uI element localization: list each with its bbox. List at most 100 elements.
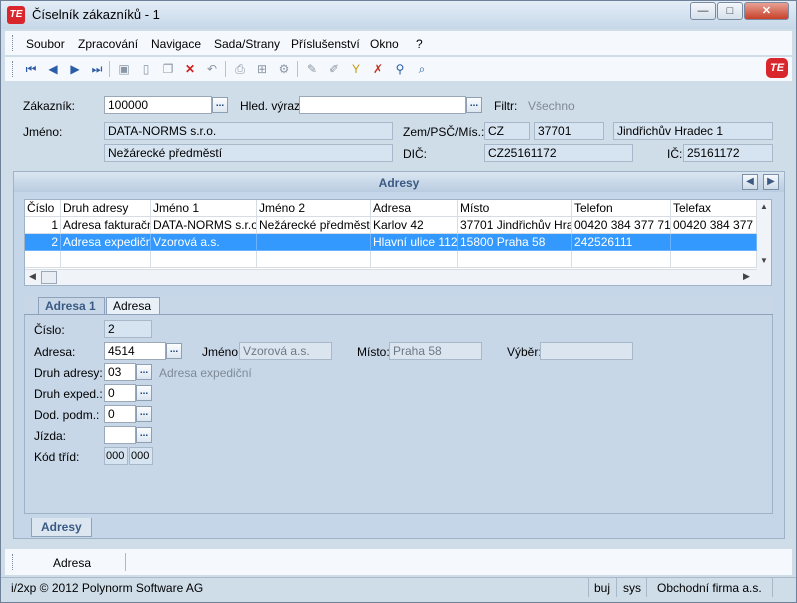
save-icon[interactable]: ▣: [116, 61, 132, 77]
scroll-left-icon[interactable]: ◀: [29, 271, 36, 282]
tab-adresa-2[interactable]: Adresa 2: [106, 297, 160, 329]
grid-header-misto[interactable]: Místo: [458, 200, 572, 217]
edit2-icon[interactable]: ✐: [326, 61, 342, 77]
scroll-thumb[interactable]: [41, 271, 57, 284]
cislo-label: Číslo:: [34, 323, 65, 337]
menu-soubor[interactable]: Soubor: [26, 37, 65, 51]
jizda-label: Jízda:: [34, 429, 67, 443]
grid-header-cislo[interactable]: Číslo: [25, 200, 61, 217]
detail-jmeno-label: Jméno:: [202, 345, 242, 359]
table-row-empty[interactable]: [572, 251, 671, 268]
kod1-field[interactable]: 000: [104, 447, 128, 465]
exped-lookup-button[interactable]: ...: [136, 385, 152, 401]
podm-lookup-button[interactable]: ...: [136, 406, 152, 422]
grid-header-adresa[interactable]: Adresa: [371, 200, 458, 217]
table-row-selected[interactable]: 242526111: [572, 234, 671, 251]
clear-filter-icon[interactable]: ✗: [370, 61, 386, 77]
strip-separator: [125, 553, 126, 571]
table-row-empty[interactable]: [25, 251, 61, 268]
tab-adresy[interactable]: Adresy: [31, 518, 92, 537]
next-record-icon[interactable]: ▶: [67, 61, 83, 77]
table-row-empty[interactable]: [671, 251, 757, 268]
scroll-down-icon[interactable]: ▼: [760, 256, 768, 265]
tab-adresa-1[interactable]: Adresa 1: [38, 297, 105, 315]
table-row-empty[interactable]: [257, 251, 371, 268]
table-row-empty[interactable]: [458, 251, 572, 268]
hled-input[interactable]: [299, 96, 466, 114]
filtr-value[interactable]: Všechno: [528, 99, 575, 113]
zakaznik-input[interactable]: 100000: [104, 96, 212, 114]
table-row-empty[interactable]: [371, 251, 458, 268]
jizda-input[interactable]: [104, 426, 136, 444]
adresa-input[interactable]: 4514: [104, 342, 166, 360]
hled-lookup-button[interactable]: ...: [466, 97, 482, 113]
grid-header-telefon[interactable]: Telefon: [572, 200, 671, 217]
print-icon[interactable]: ⎙: [232, 61, 248, 77]
close-button[interactable]: ✕: [744, 2, 789, 20]
prev-record-icon[interactable]: ◀: [45, 61, 61, 77]
panel-prev-icon[interactable]: ◀: [742, 174, 758, 190]
menu-zpracovani[interactable]: Zpracování: [78, 37, 138, 51]
copy-icon[interactable]: ❐: [160, 61, 176, 77]
settings-icon[interactable]: ⚙: [276, 61, 292, 77]
strip-adresa-label[interactable]: Adresa: [53, 556, 91, 570]
kod2-field[interactable]: 000: [129, 447, 153, 465]
podm-input[interactable]: 0: [104, 405, 136, 423]
new-icon[interactable]: ▯: [138, 61, 154, 77]
first-record-icon[interactable]: ⏮: [23, 61, 39, 77]
grid-header-jmeno1[interactable]: Jméno 1: [151, 200, 257, 217]
grid-header-druh[interactable]: Druh adresy: [61, 200, 151, 217]
minimize-button[interactable]: —: [690, 2, 716, 20]
filter-icon[interactable]: Y: [348, 61, 364, 77]
table-row[interactable]: 00420 384 377 711: [572, 217, 671, 234]
jizda-lookup-button[interactable]: ...: [136, 427, 152, 443]
grid-header-telefax[interactable]: Telefax: [671, 200, 757, 217]
table-row-selected[interactable]: Hlavní ulice 112: [371, 234, 458, 251]
search-icon[interactable]: ⚲: [392, 61, 408, 77]
maximize-button[interactable]: □: [717, 2, 743, 20]
menu-okno[interactable]: Okno: [370, 37, 399, 51]
toolbar-separator: [225, 61, 226, 77]
table-row[interactable]: Nežárecké předměstí: [257, 217, 371, 234]
undo-icon[interactable]: ↶: [204, 61, 220, 77]
menu-sada-strany[interactable]: Sada/Strany: [214, 37, 280, 51]
jmeno2-field: Nežárecké předměstí: [104, 144, 393, 162]
table-row-selected[interactable]: [671, 234, 757, 251]
druh-input[interactable]: 03: [104, 363, 136, 381]
scroll-up-icon[interactable]: ▲: [760, 202, 768, 211]
zakaznik-lookup-button[interactable]: ...: [212, 97, 228, 113]
table-row[interactable]: 00420 384 377 71: [671, 217, 757, 234]
table-row-selected[interactable]: Adresa expediční: [61, 234, 151, 251]
grid-vertical-scrollbar[interactable]: ▲ ▼: [757, 200, 771, 285]
druh-lookup-button[interactable]: ...: [136, 364, 152, 380]
table-row-selected[interactable]: 2: [25, 234, 61, 251]
find-icon[interactable]: ⌕: [414, 61, 430, 77]
edit-icon[interactable]: ✎: [304, 61, 320, 77]
last-record-icon[interactable]: ⏭: [89, 61, 105, 77]
main-window: TE Číselník zákazníků - 1 — □ ✕ Soubor Z…: [0, 0, 797, 603]
table-row[interactable]: DATA-NORMS s.r.o.: [151, 217, 257, 234]
vyber-label: Výběr:: [507, 345, 542, 359]
adresa-lookup-button[interactable]: ...: [166, 343, 182, 359]
table-row[interactable]: Adresa fakturační: [61, 217, 151, 234]
exped-input[interactable]: 0: [104, 384, 136, 402]
delete-icon[interactable]: ✕: [182, 61, 198, 77]
scroll-right-icon[interactable]: ▶: [743, 271, 750, 282]
tree-icon[interactable]: ⊞: [254, 61, 270, 77]
table-row-selected[interactable]: [257, 234, 371, 251]
grid-header-jmeno2[interactable]: Jméno 2: [257, 200, 371, 217]
table-row-empty[interactable]: [151, 251, 257, 268]
menu-help[interactable]: ?: [416, 37, 423, 51]
table-row-selected[interactable]: 15800 Praha 58: [458, 234, 572, 251]
grid-horizontal-scrollbar[interactable]: ◀ ▶: [25, 269, 757, 285]
table-row[interactable]: 1: [25, 217, 61, 234]
table-row-empty[interactable]: [61, 251, 151, 268]
table-row[interactable]: Karlov 42: [371, 217, 458, 234]
hled-label: Hled. výraz:: [240, 99, 304, 113]
panel-next-icon[interactable]: ▶: [763, 174, 779, 190]
menu-prislusenstvi[interactable]: Příslušenství: [291, 37, 360, 51]
filtr-label: Filtr:: [494, 99, 518, 113]
menu-navigace[interactable]: Navigace: [151, 37, 201, 51]
table-row-selected[interactable]: Vzorová a.s.: [151, 234, 257, 251]
table-row[interactable]: 37701 Jindřichův Hra: [458, 217, 572, 234]
